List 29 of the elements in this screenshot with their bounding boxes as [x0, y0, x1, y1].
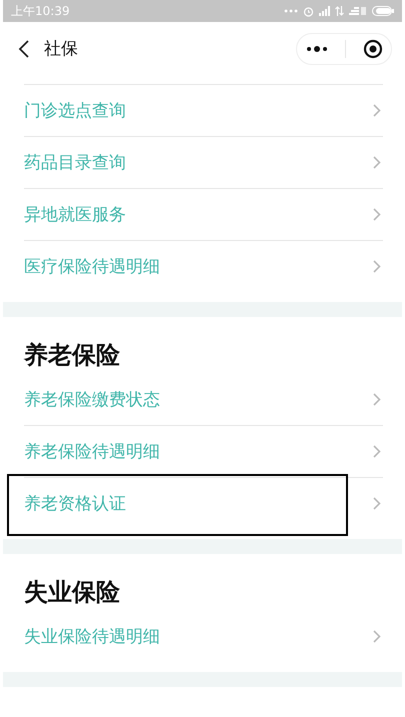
- more-icon: [284, 8, 298, 14]
- close-button[interactable]: [362, 38, 382, 58]
- back-icon[interactable]: [18, 40, 30, 58]
- section-heading: 养老保险: [24, 340, 121, 371]
- alarm-icon: [303, 6, 314, 16]
- chevron-icon: [373, 630, 381, 642]
- signal-icon: [319, 6, 330, 16]
- signal-icon: [349, 6, 367, 16]
- data-arrows-icon: [335, 6, 344, 16]
- menu-item[interactable]: 异地就医服务: [24, 188, 383, 240]
- menu-item[interactable]: 养老保险缴费状态: [24, 373, 383, 425]
- chevron-icon: [373, 260, 381, 273]
- chevron-icon: [373, 497, 381, 510]
- chevron-icon: [373, 392, 381, 406]
- chevron-icon: [373, 156, 381, 169]
- menu-item[interactable]: 失业保险待遇明细: [24, 610, 383, 662]
- chevron-icon: [373, 208, 381, 221]
- status-time: 上午10:39: [11, 2, 70, 20]
- section-heading: 失业保险: [24, 577, 121, 608]
- menu-item[interactable]: 门诊选点查询: [24, 84, 383, 136]
- battery-icon: [372, 6, 394, 16]
- page-title: 社保: [44, 38, 79, 60]
- menu-item[interactable]: 养老资格认证: [24, 477, 383, 529]
- menu-item[interactable]: 养老保险待遇明细: [24, 425, 383, 477]
- menu-item[interactable]: 医疗保险待遇明细: [24, 240, 383, 292]
- chevron-icon: [373, 104, 381, 117]
- more-button[interactable]: [306, 44, 328, 52]
- chevron-icon: [373, 445, 381, 458]
- menu-item[interactable]: 药品目录查询: [24, 136, 383, 188]
